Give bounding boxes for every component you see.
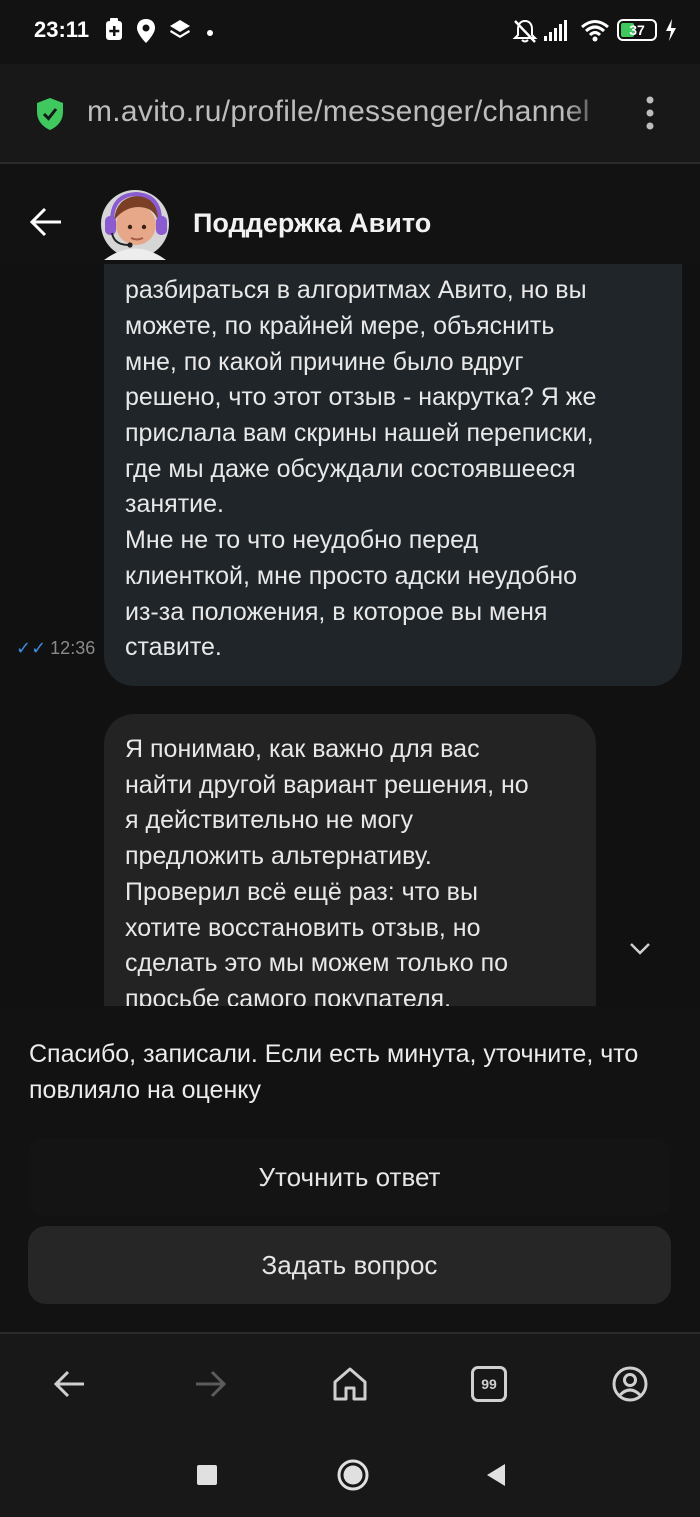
forward-icon[interactable] [190,1364,230,1404]
shield-check-icon [37,98,63,130]
location-icon [137,19,155,43]
read-ticks-icon: ✓✓ [16,638,47,658]
battery-icon: 37 [617,19,657,41]
status-time: 23:11 [34,17,90,42]
tabs-icon[interactable]: 99 [471,1366,507,1402]
message-time: ✓✓ 12:36 [16,638,95,659]
battery-level: 37 [629,22,645,38]
do-not-disturb-icon [106,18,122,40]
message-line: мне, по какой причине было вдруг [125,347,524,376]
message-line: я действительно не могу [125,806,414,835]
signal-icon [544,20,567,41]
message-line: предложить альтернативу. [125,842,432,871]
wifi-icon [581,20,609,42]
triangle-back-icon[interactable] [484,1462,508,1488]
message-line: разбираться в алгоритмах Авито, но вы [125,276,587,305]
back-icon[interactable] [50,1364,90,1404]
chat-area[interactable]: Поддержка Авито разбираться в алгоритмах… [0,164,700,1006]
profile-icon[interactable] [610,1364,650,1404]
chevron-down-icon [630,943,650,955]
chat-title: Поддержка Авито [193,208,432,238]
message-line: где мы даже обсуждали состоявшееся [125,454,576,483]
message-line: прислала вам скрины нашей переписки, [125,419,594,448]
user-message-bubble: разбираться в алгоритмах Авито, но вы мо… [104,244,682,686]
notification-dot [207,30,213,36]
message-line: найти другой вариант решения, но [125,770,529,799]
feedback-text: Спасибо, записали. Если есть минута, уто… [29,1040,639,1104]
message-line: Проверил всё ещё раз: что вы [125,877,478,906]
message-line: из-за положения, в которое вы меня [125,597,548,626]
charging-bolt-icon [666,19,676,41]
status-bar: 23:11 37 [0,0,700,64]
browser-url-bar[interactable]: m.avito.ru/profile/messenger/channel [0,64,700,164]
more-vert-icon[interactable] [636,94,664,134]
message-line: занятие. [125,490,224,519]
home-icon[interactable] [330,1364,370,1404]
browser-bottom-nav: 99 [0,1332,700,1434]
url-text[interactable]: m.avito.ru/profile/messenger/channel [87,95,613,129]
layers-icon [170,20,190,38]
clarify-answer-button[interactable]: Уточнить ответ [28,1138,671,1216]
tabs-count: 99 [481,1376,497,1392]
chat-header: Поддержка Авито [0,164,700,264]
message-line: решено, что этот отзыв - накрутка? Я же [125,383,597,412]
ask-question-button[interactable]: Задать вопрос [28,1226,671,1304]
message-line: просьбе самого покупателя. [125,984,452,1006]
feedback-sheet: Спасибо, записали. Если есть минута, уто… [0,1006,700,1330]
circle-icon[interactable] [336,1458,370,1492]
message-line: ставите. [125,633,222,662]
system-nav-bar [0,1432,700,1517]
scroll-down-button[interactable] [614,924,666,976]
back-arrow-icon[interactable] [28,204,64,240]
message-line: Я понимаю, как важно для вас [125,735,480,763]
message-time-text: 12:36 [50,638,96,658]
square-icon[interactable] [196,1464,218,1486]
message-line: можете, по крайней мере, объяснить [125,311,555,340]
support-message-bubble: Я понимаю, как важно для вас найти друго… [104,714,596,1006]
message-line: клиенткой, мне просто адски неудобно [125,561,578,590]
message-line: Мне не то что неудобно перед [125,526,479,555]
bell-off-icon [512,19,538,43]
avatar[interactable] [100,187,170,260]
message-line: хотите восстановить отзыв, но [125,913,481,942]
message-line: сделать это мы можем только по [125,949,509,978]
